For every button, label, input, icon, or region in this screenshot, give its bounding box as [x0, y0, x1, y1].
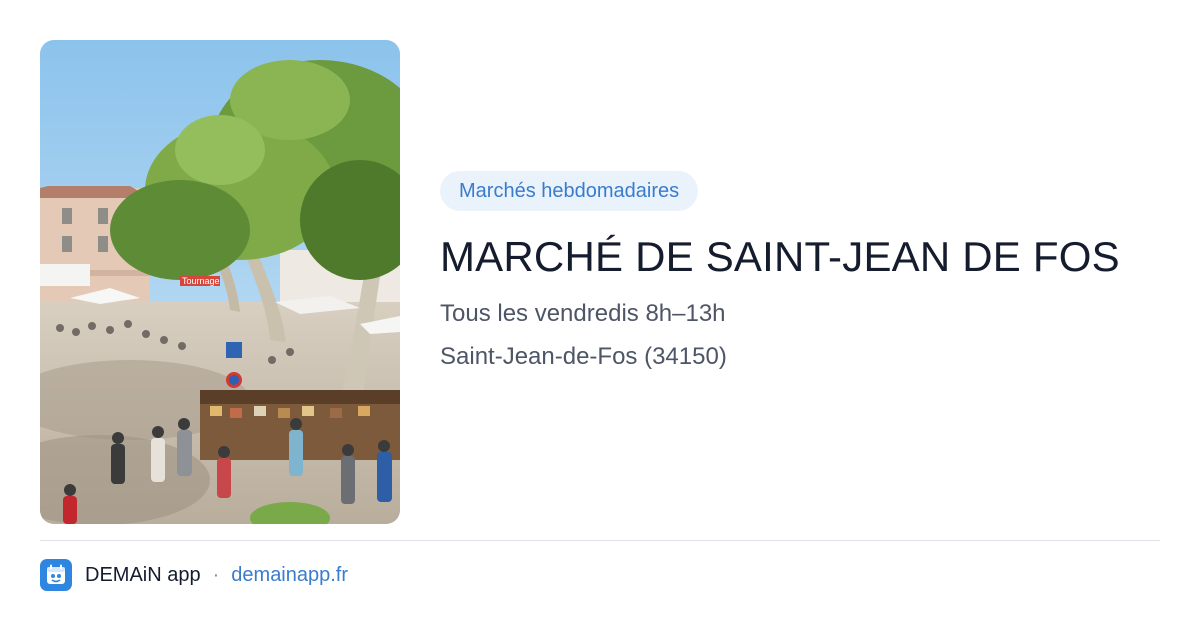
- footer-divider: [40, 540, 1160, 541]
- site-link[interactable]: demainapp.fr: [231, 564, 348, 587]
- category-badge[interactable]: Marchés hebdomadaires: [440, 171, 699, 211]
- location-text: Saint-Jean-de-Fos (34150): [440, 343, 727, 370]
- app-logo-icon[interactable]: [40, 559, 72, 591]
- card-content: Marchés hebdomadaires MARCHÉ DE SAINT-JE…: [440, 171, 1160, 372]
- share-card: Tournage Marchés hebdomadaires MARCHÉ DE…: [0, 0, 1200, 630]
- footer-separator: ·: [212, 563, 220, 586]
- tournage-sign: Tournage: [182, 276, 220, 286]
- app-name[interactable]: DEMAiN app: [85, 564, 201, 587]
- schedule-text: Tous les vendredis 8h–13h: [440, 300, 726, 327]
- footer: DEMAiN app · demainapp.fr: [40, 558, 348, 592]
- market-photo: Tournage: [40, 40, 400, 524]
- page-title: MARCHÉ DE SAINT-JEAN DE FOS: [440, 233, 1120, 280]
